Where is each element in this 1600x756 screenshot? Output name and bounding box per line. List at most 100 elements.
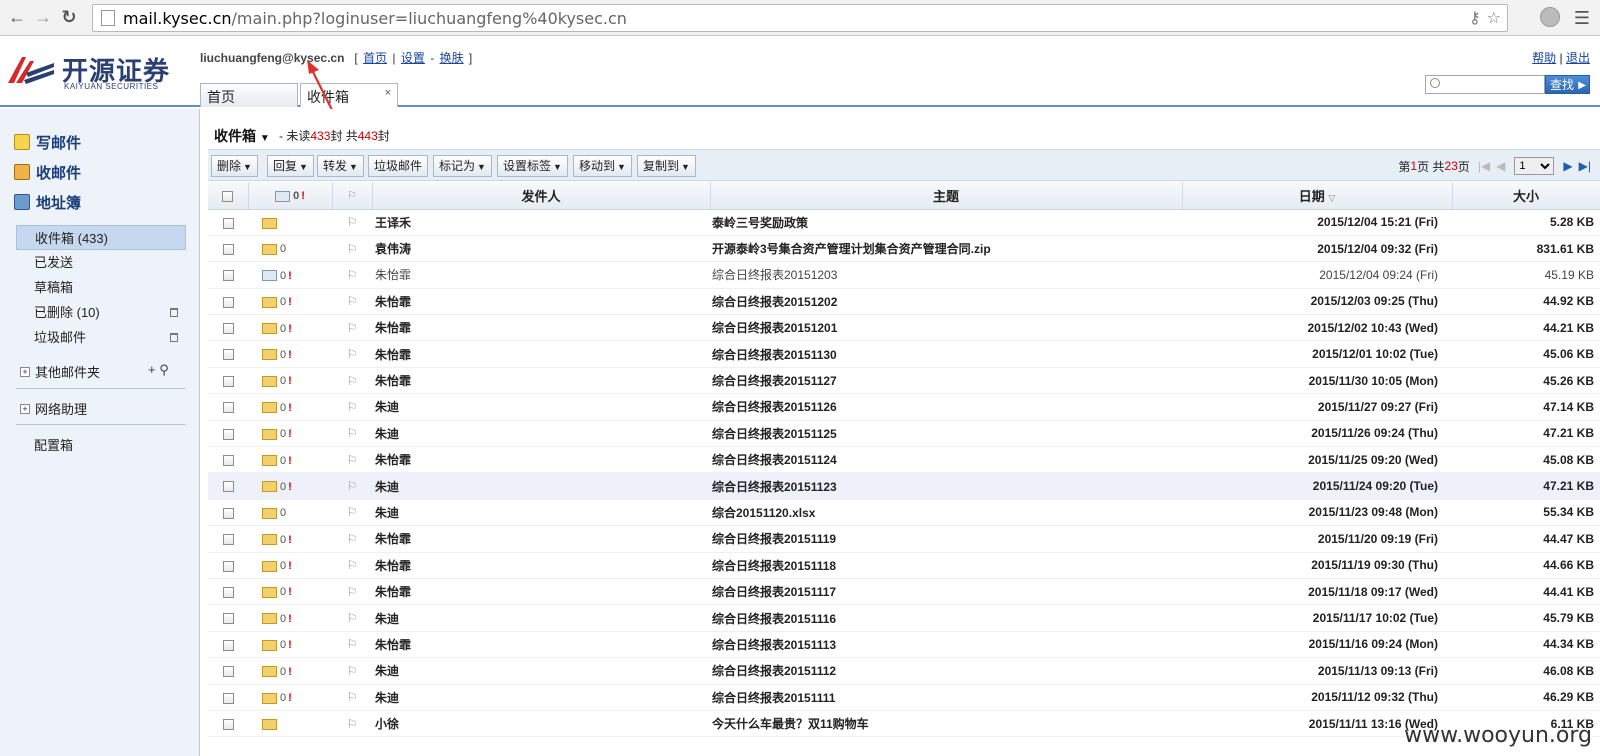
- row-checkbox[interactable]: [222, 243, 234, 255]
- flag-icon[interactable]: ⚐: [347, 664, 358, 678]
- row-sender[interactable]: 朱怡霏: [372, 631, 710, 659]
- last-page-icon[interactable]: ▶|: [1579, 159, 1591, 173]
- reply-button[interactable]: 回复 ▼: [267, 155, 314, 177]
- row-checkbox[interactable]: [222, 718, 234, 730]
- flag-icon[interactable]: ⚐: [347, 453, 358, 467]
- table-row[interactable]: 0 ⚐ 朱迪 综合20151120.xlsx 2015/11/23 09:48 (Mon…: [208, 499, 1600, 527]
- flag-icon[interactable]: ⚐: [347, 611, 358, 625]
- settings-link[interactable]: 设置: [401, 51, 425, 65]
- row-subject[interactable]: 综合日终报表20151127: [710, 367, 1182, 395]
- row-subject[interactable]: 综合20151120.xlsx: [710, 499, 1182, 527]
- row-subject[interactable]: 综合日终报表20151119: [710, 525, 1182, 553]
- table-row[interactable]: 0! ⚐ 朱怡霏 综合日终报表20151117 2015/11/18 09:17 (We…: [208, 578, 1600, 606]
- table-row[interactable]: 0! ⚐ 朱怡霏 综合日终报表20151118 2015/11/19 09:30 (Th…: [208, 552, 1600, 579]
- row-sender[interactable]: 朱迪: [372, 657, 710, 685]
- row-checkbox[interactable]: [222, 296, 234, 308]
- row-checkbox[interactable]: [222, 455, 234, 467]
- flag-icon[interactable]: ⚐: [347, 321, 358, 335]
- row-sender[interactable]: 朱迪: [372, 393, 710, 421]
- row-checkbox[interactable]: [222, 375, 234, 387]
- date-header[interactable]: 日期 ▽: [1182, 182, 1453, 210]
- row-subject[interactable]: 综合日终报表20151123: [710, 472, 1182, 500]
- size-header[interactable]: 大小: [1452, 182, 1600, 210]
- table-row[interactable]: 0! ⚐ 朱迪 综合日终报表20151125 2015/11/26 09:24 (Thu…: [208, 420, 1600, 448]
- help-link[interactable]: 帮助: [1532, 51, 1556, 65]
- delete-button[interactable]: 删除 ▼: [211, 155, 258, 177]
- row-subject[interactable]: 综合日终报表20151125: [710, 420, 1182, 448]
- row-sender[interactable]: 王译禾: [372, 209, 710, 236]
- row-sender[interactable]: 朱怡霏: [372, 314, 710, 342]
- row-subject[interactable]: 综合日终报表20151118: [710, 552, 1182, 579]
- table-row[interactable]: 0! ⚐ 朱迪 综合日终报表20151126 2015/11/27 09:27 (Fri…: [208, 393, 1600, 421]
- spam-button[interactable]: 垃圾邮件: [368, 155, 429, 177]
- row-sender[interactable]: 朱怡霏: [372, 525, 710, 553]
- tab-home[interactable]: 首页: [200, 83, 298, 107]
- address-bar[interactable]: mail.kysec.cn/main.php?loginuser=liuchua…: [92, 4, 1508, 32]
- flag-icon[interactable]: ⚐: [347, 242, 358, 256]
- table-row[interactable]: 0! ⚐ 朱怡霏 综合日终报表20151203 2015/12/04 09:24 (Fr…: [208, 261, 1600, 289]
- folder-sent[interactable]: 已发送: [16, 250, 186, 275]
- row-subject[interactable]: 综合日终报表20151203: [710, 261, 1182, 289]
- folder-title[interactable]: 收件箱 ▼: [214, 126, 270, 146]
- row-sender[interactable]: 朱迪: [372, 604, 710, 632]
- expand-icon[interactable]: +: [20, 403, 30, 414]
- row-subject[interactable]: 综合日终报表20151111: [710, 684, 1182, 711]
- subject-header[interactable]: 主题: [710, 182, 1183, 210]
- row-sender[interactable]: 朱怡霏: [372, 340, 710, 368]
- row-subject[interactable]: 综合日终报表20151113: [710, 631, 1182, 659]
- table-row[interactable]: 0! ⚐ 朱怡霏 综合日终报表20151127 2015/11/30 10:05 (Mo…: [208, 367, 1600, 395]
- set-label-button[interactable]: 设置标签 ▼: [497, 155, 568, 177]
- move-to-button[interactable]: 移动到 ▼: [573, 155, 632, 177]
- row-subject[interactable]: 泰岭三号奖励政策: [710, 209, 1182, 236]
- folder-drafts[interactable]: 草稿箱: [16, 275, 186, 300]
- table-row[interactable]: 0! ⚐ 朱迪 综合日终报表20151123 2015/11/24 09:20 (Tue…: [208, 472, 1600, 500]
- row-subject[interactable]: 综合日终报表20151124: [710, 446, 1182, 474]
- page-select[interactable]: 1: [1514, 157, 1555, 175]
- flag-icon[interactable]: ⚐: [347, 717, 358, 731]
- table-row[interactable]: ⚐ 王译禾 泰岭三号奖励政策 2015/12/04 15:21 (Fri) 5.28 K…: [208, 209, 1600, 236]
- table-row[interactable]: 0 ⚐ 袁伟涛 开源泰岭3号集合资产管理计划集合资产管理合同.zip 2015/12/0…: [208, 235, 1600, 263]
- expand-icon[interactable]: +: [20, 366, 30, 377]
- row-subject[interactable]: 综合日终报表20151116: [710, 604, 1182, 632]
- row-subject[interactable]: 开源泰岭3号集合资产管理计划集合资产管理合同.zip: [710, 235, 1182, 263]
- flag-icon[interactable]: ⚐: [347, 585, 358, 599]
- flag-icon[interactable]: ⚐: [347, 400, 358, 414]
- flag-icon[interactable]: ⚐: [347, 479, 358, 493]
- row-subject[interactable]: 综合日终报表20151112: [710, 657, 1182, 685]
- table-row[interactable]: 0! ⚐ 朱怡霏 综合日终报表20151201 2015/12/02 10:43 (We…: [208, 314, 1600, 342]
- row-checkbox[interactable]: [222, 349, 234, 361]
- row-subject[interactable]: 综合日终报表20151130: [710, 340, 1182, 368]
- forward-button[interactable]: 转发 ▼: [317, 155, 364, 177]
- reload-icon[interactable]: ↻: [56, 5, 82, 31]
- compose-button[interactable]: 写邮件: [14, 127, 199, 157]
- row-checkbox[interactable]: [222, 323, 234, 335]
- table-row[interactable]: 0! ⚐ 朱迪 综合日终报表20151111 2015/11/12 09:32 (Thu…: [208, 684, 1600, 711]
- flag-icon[interactable]: ⚐: [347, 268, 358, 282]
- other-folders[interactable]: + 其他邮件夹: [20, 362, 100, 381]
- folder-deleted[interactable]: 已删除 (10): [16, 300, 186, 325]
- row-sender[interactable]: 朱怡霏: [372, 367, 710, 395]
- table-row[interactable]: 0! ⚐ 朱迪 综合日终报表20151116 2015/11/17 10:02 (Tue…: [208, 604, 1600, 632]
- forward-icon[interactable]: →: [30, 5, 56, 31]
- flag-icon[interactable]: ⚐: [347, 690, 358, 704]
- trash-icon[interactable]: [170, 333, 178, 342]
- table-row[interactable]: 0! ⚐ 朱怡霏 综合日终报表20151124 2015/11/25 09:20 (We…: [208, 446, 1600, 474]
- row-checkbox[interactable]: [222, 428, 234, 440]
- row-checkbox[interactable]: [222, 481, 234, 493]
- table-row[interactable]: 0! ⚐ 朱怡霏 综合日终报表20151130 2015/12/01 10:02 (Tu…: [208, 340, 1600, 368]
- row-subject[interactable]: 综合日终报表20151202: [710, 288, 1182, 316]
- flag-icon[interactable]: ⚐: [347, 637, 358, 651]
- folder-spam[interactable]: 垃圾邮件: [16, 325, 186, 350]
- logout-link[interactable]: 退出: [1566, 51, 1590, 65]
- skin-link[interactable]: 换肤: [440, 51, 464, 65]
- close-icon[interactable]: ×: [385, 87, 391, 99]
- flag-icon[interactable]: ⚐: [347, 426, 358, 440]
- row-subject[interactable]: 综合日终报表20151201: [710, 314, 1182, 342]
- table-row[interactable]: 0! ⚐ 朱怡霏 综合日终报表20151119 2015/11/20 09:19 (Fr…: [208, 525, 1600, 553]
- flag-icon[interactable]: ⚐: [347, 374, 358, 388]
- first-page-icon[interactable]: |◀: [1478, 159, 1490, 173]
- row-sender[interactable]: 朱怡霏: [372, 446, 710, 474]
- folder-inbox[interactable]: 收件箱 (433): [16, 225, 186, 250]
- copy-to-button[interactable]: 复制到 ▼: [637, 155, 696, 177]
- flag-icon[interactable]: ⚐: [347, 215, 358, 229]
